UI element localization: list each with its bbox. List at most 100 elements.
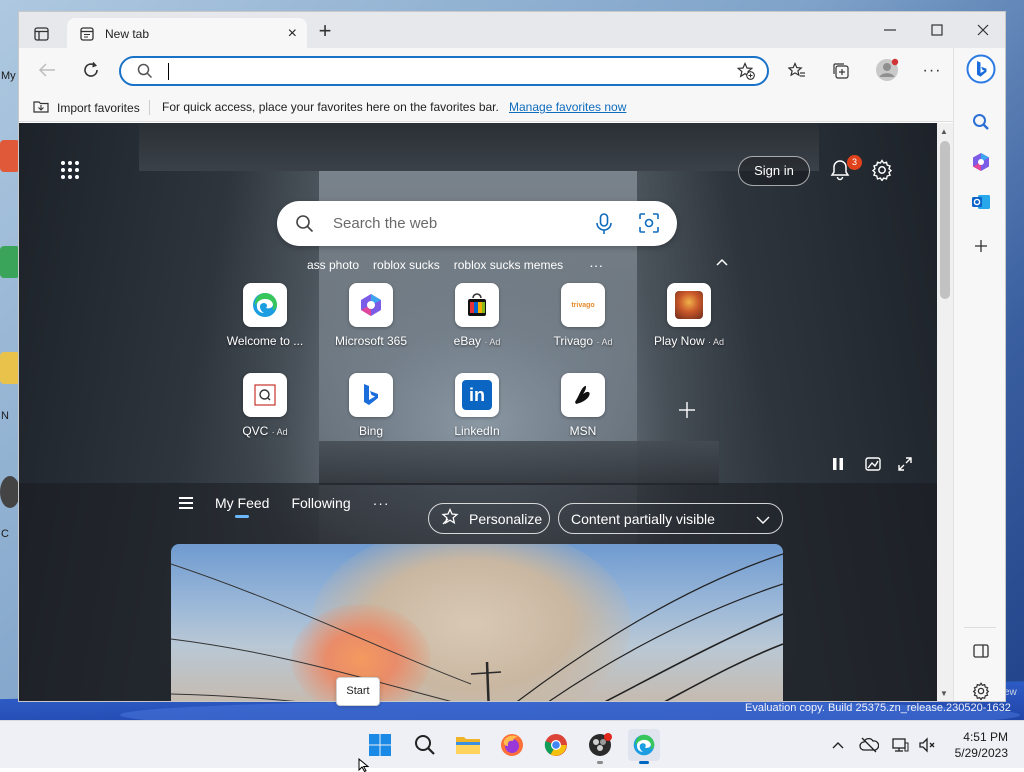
close-tab-icon[interactable]: × — [288, 25, 297, 43]
file-explorer-button[interactable] — [452, 729, 484, 761]
desktop-icon-label: N — [1, 410, 9, 422]
hamburger-menu-icon[interactable] — [179, 497, 195, 509]
collapse-chevron-icon[interactable] — [716, 253, 728, 269]
back-icon[interactable] — [37, 61, 57, 79]
quick-link-qvc[interactable]: QVC · Ad — [217, 373, 313, 438]
text-caret — [168, 63, 169, 80]
personalize-label: Personalize — [469, 510, 543, 527]
start-button[interactable] — [364, 729, 396, 761]
page-settings-icon[interactable] — [871, 159, 895, 183]
chevron-down-icon — [756, 512, 770, 528]
quick-link-bing[interactable]: Bing — [323, 373, 419, 438]
folder-icon — [456, 737, 480, 754]
add-favorite-icon[interactable] — [736, 62, 755, 83]
settings-more-icon[interactable]: ··· — [922, 61, 942, 81]
trending-search-item[interactable]: ass photo — [307, 258, 359, 272]
office-icon[interactable] — [968, 149, 994, 175]
sign-in-button[interactable]: Sign in — [738, 156, 810, 186]
quick-link-play-now[interactable]: Play Now · Ad — [641, 283, 737, 348]
desktop-icon[interactable] — [0, 352, 20, 384]
obs-icon — [589, 733, 612, 756]
content-visibility-dropdown[interactable]: Content partially visible — [558, 503, 783, 534]
volume-muted-icon[interactable] — [917, 735, 937, 755]
favorites-divider — [149, 100, 150, 115]
quick-link-microsoft-365[interactable]: Microsoft 365 — [323, 283, 419, 348]
show-hidden-icons-chevron[interactable] — [828, 735, 848, 755]
firefox-button[interactable] — [496, 729, 528, 761]
address-bar[interactable] — [119, 56, 769, 86]
power-lines-graphic — [171, 553, 783, 701]
tab-following[interactable]: Following — [291, 495, 350, 511]
personalize-button[interactable]: Personalize — [428, 503, 550, 534]
quick-link-ebay[interactable]: eBay · Ad — [429, 283, 525, 348]
copilot-icon[interactable] — [966, 54, 996, 84]
refresh-icon[interactable] — [81, 60, 101, 80]
address-input[interactable] — [169, 61, 729, 81]
edge-icon — [243, 283, 287, 327]
favorites-bar-message: For quick access, place your favorites h… — [162, 100, 499, 114]
content-visibility-label: Content partially visible — [571, 510, 715, 527]
windows-logo-icon — [369, 734, 391, 756]
scrollbar-thumb[interactable] — [940, 141, 950, 299]
web-search-box[interactable]: Search the web — [277, 201, 677, 246]
scroll-down-icon[interactable]: ▼ — [940, 689, 948, 698]
onedrive-offline-icon[interactable] — [859, 735, 879, 755]
profile-avatar-icon[interactable] — [875, 58, 899, 82]
microphone-icon[interactable] — [595, 213, 613, 238]
chrome-button[interactable] — [540, 729, 572, 761]
page-scrollbar[interactable]: ▲ ▼ — [937, 123, 953, 701]
search-sidebar-icon[interactable] — [968, 109, 994, 135]
desktop-icon[interactable] — [0, 246, 20, 278]
visual-search-icon[interactable] — [639, 213, 659, 236]
hide-sidebar-icon[interactable] — [968, 638, 994, 664]
system-clock[interactable]: 4:51 PM 5/29/2023 — [946, 729, 1008, 761]
news-card-image[interactable] — [171, 544, 783, 701]
start-tooltip: Start — [336, 677, 380, 706]
apps-launcher-icon[interactable] — [61, 161, 81, 181]
pause-background-icon[interactable] — [831, 457, 845, 474]
favorites-icon[interactable] — [787, 61, 807, 81]
trending-search-item[interactable]: roblox sucks memes — [454, 258, 563, 272]
quick-link-label: Bing — [358, 424, 384, 438]
trending-search-item[interactable]: roblox sucks — [373, 258, 440, 272]
tab-my-feed[interactable]: My Feed — [215, 495, 269, 518]
tab-new-tab[interactable]: New tab × — [67, 18, 307, 49]
quick-link-label: Microsoft 365 — [334, 334, 408, 348]
more-trending-button[interactable]: ··· — [589, 257, 603, 273]
maximize-button[interactable] — [926, 20, 948, 40]
quick-link-msn[interactable]: MSN — [535, 373, 631, 438]
linkedin-logo: in — [462, 380, 492, 410]
clock-date: 5/29/2023 — [954, 746, 1008, 760]
close-window-button[interactable] — [972, 20, 994, 40]
quick-link-label: LinkedIn — [454, 424, 500, 438]
trivago-icon: trivago — [561, 283, 605, 327]
taskbar-search-button[interactable] — [409, 729, 441, 761]
background-info-icon[interactable] — [865, 457, 881, 474]
import-favorites-button[interactable]: Import favorites — [33, 99, 140, 116]
quick-link-linkedin[interactable]: in LinkedIn — [429, 373, 525, 438]
search-icon — [295, 214, 314, 236]
scroll-up-icon[interactable]: ▲ — [940, 127, 948, 136]
collections-icon[interactable] — [831, 61, 851, 81]
quick-link-trivago[interactable]: trivago Trivago · Ad — [535, 283, 631, 348]
add-quick-link-icon[interactable] — [678, 399, 696, 425]
minimize-button[interactable] — [879, 20, 901, 40]
fullscreen-icon[interactable] — [898, 457, 912, 474]
add-sidebar-app-icon[interactable] — [968, 233, 994, 259]
search-icon — [137, 63, 153, 82]
feed-more-button[interactable]: ··· — [373, 495, 390, 511]
desktop-icon[interactable] — [0, 140, 20, 172]
new-tab-button[interactable]: + — [315, 20, 335, 42]
desktop-icon[interactable] — [0, 476, 20, 508]
network-icon[interactable] — [890, 735, 910, 755]
quick-link-welcome[interactable]: Welcome to ... — [217, 283, 313, 348]
edge-taskbar-button[interactable] — [628, 729, 660, 764]
tab-actions-icon[interactable] — [33, 26, 49, 42]
personalize-icon — [441, 507, 459, 529]
manage-favorites-link[interactable]: Manage favorites now — [509, 100, 626, 114]
quick-link-label: eBay — [453, 334, 481, 348]
outlook-icon[interactable] — [968, 189, 994, 215]
obs-button[interactable] — [584, 729, 616, 764]
notifications-button[interactable]: 3 — [829, 155, 862, 183]
sidebar-settings-icon[interactable] — [968, 678, 994, 701]
